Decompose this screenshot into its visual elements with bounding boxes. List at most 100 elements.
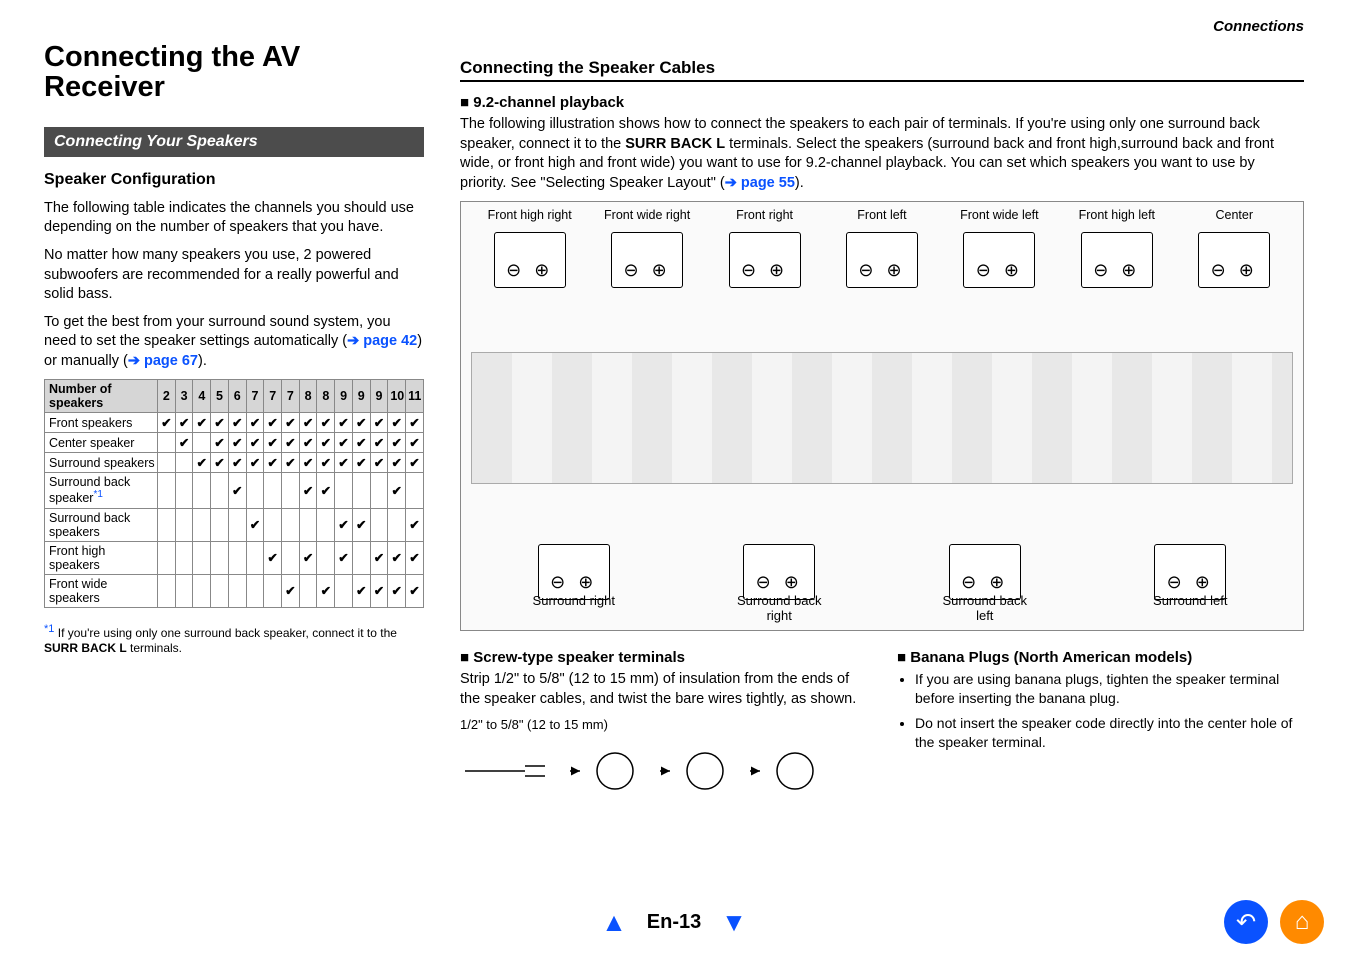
table-cell xyxy=(228,574,246,607)
table-cell xyxy=(158,508,176,541)
table-cell xyxy=(158,413,176,433)
table-cell xyxy=(264,413,282,433)
table-header-col: 8 xyxy=(299,380,317,413)
table-cell xyxy=(388,413,406,433)
speaker-box xyxy=(538,544,610,600)
table-cell xyxy=(388,574,406,607)
table-cell xyxy=(406,541,424,574)
table-cell xyxy=(282,541,300,574)
table-cell xyxy=(211,433,229,453)
diagram-bottom-label: Surround right xyxy=(529,594,619,624)
para-92ch-bold: SURR BACK L xyxy=(625,136,725,152)
table-cell xyxy=(211,508,229,541)
table-cell xyxy=(246,453,264,473)
heading-banana: Banana Plugs (North American models) xyxy=(897,649,1304,666)
table-cell xyxy=(370,433,388,453)
wiring-diagram: Front high rightFront wide rightFront ri… xyxy=(460,201,1304,631)
nav-home-icon[interactable]: ⌂ xyxy=(1280,900,1324,944)
next-page-button[interactable]: ▼ xyxy=(721,907,747,937)
table-cell xyxy=(352,473,370,508)
table-cell xyxy=(175,541,193,574)
table-cell xyxy=(158,473,176,508)
link-page-42[interactable]: page 42 xyxy=(347,333,417,349)
table-header-col: 7 xyxy=(264,380,282,413)
table-cell xyxy=(370,508,388,541)
table-cell xyxy=(335,541,353,574)
table-cell xyxy=(175,453,193,473)
table-cell xyxy=(317,574,335,607)
table-cell xyxy=(370,453,388,473)
table-header-col: 6 xyxy=(228,380,246,413)
table-cell xyxy=(228,473,246,508)
left-column: Connecting the AV Receiver Connecting Yo… xyxy=(44,24,424,954)
link-page-67[interactable]: page 67 xyxy=(128,353,198,369)
table-cell xyxy=(352,413,370,433)
banana-item-1: If you are using banana plugs, tighten t… xyxy=(915,670,1304,708)
para3-c: ). xyxy=(198,353,207,369)
table-cell xyxy=(352,508,370,541)
speaker-config-table: Number of speakers23456777889991011 Fron… xyxy=(44,379,424,607)
section-bar-speakers: Connecting Your Speakers xyxy=(44,127,424,157)
table-cell xyxy=(299,508,317,541)
table-cell xyxy=(335,508,353,541)
diagram-top-label: Front wide right xyxy=(602,208,692,222)
prev-page-button[interactable]: ▲ xyxy=(601,907,627,937)
table-cell xyxy=(406,453,424,473)
table-header-label: Number of speakers xyxy=(45,380,158,413)
diagram-bottom-label: Surround back right xyxy=(734,594,824,624)
strip-figure: 1/2" to 5/8" (12 to 15 mm) xyxy=(460,717,867,806)
row-label: Center speaker xyxy=(45,433,158,453)
diagram-top-label: Front high right xyxy=(485,208,575,222)
table-cell xyxy=(228,508,246,541)
table-row: Front wide speakers xyxy=(45,574,424,607)
table-cell xyxy=(406,574,424,607)
table-cell xyxy=(335,473,353,508)
diagram-top-label: Front wide left xyxy=(954,208,1044,222)
link-page-55[interactable]: page 55 xyxy=(725,175,795,191)
speaker-config-para3: To get the best from your surround sound… xyxy=(44,313,424,372)
table-cell xyxy=(193,574,211,607)
table-cell xyxy=(264,453,282,473)
table-cell xyxy=(335,453,353,473)
table-cell xyxy=(228,413,246,433)
terminal-strip xyxy=(471,352,1293,484)
table-cell xyxy=(211,574,229,607)
screw-type-text: Strip 1/2" to 5/8" (12 to 15 mm) of insu… xyxy=(460,670,867,709)
table-cell xyxy=(175,574,193,607)
table-cell xyxy=(193,473,211,508)
speaker-box xyxy=(1154,544,1226,600)
nav-back-icon[interactable]: ↶ xyxy=(1224,900,1268,944)
table-header-col: 7 xyxy=(246,380,264,413)
table-header-col: 3 xyxy=(175,380,193,413)
table-header-col: 4 xyxy=(193,380,211,413)
table-cell xyxy=(193,541,211,574)
table-cell xyxy=(317,433,335,453)
speaker-box xyxy=(963,232,1035,288)
table-cell xyxy=(246,508,264,541)
table-header-col: 2 xyxy=(158,380,176,413)
table-cell xyxy=(175,433,193,453)
right-column: Connecting the Speaker Cables 9.2-channe… xyxy=(460,24,1304,954)
table-cell xyxy=(211,453,229,473)
table-cell xyxy=(335,574,353,607)
para-92ch-c: ). xyxy=(795,175,804,191)
table-cell xyxy=(370,574,388,607)
screw-type-section: Screw-type speaker terminals Strip 1/2" … xyxy=(460,637,867,806)
table-cell xyxy=(406,433,424,453)
table-cell xyxy=(211,413,229,433)
table-cell xyxy=(158,433,176,453)
table-cell xyxy=(175,508,193,541)
table-row: Surround back speakers xyxy=(45,508,424,541)
table-cell xyxy=(299,413,317,433)
table-cell xyxy=(264,473,282,508)
table-header-col: 11 xyxy=(406,380,424,413)
speaker-config-heading: Speaker Configuration xyxy=(44,171,424,189)
banana-item-2: Do not insert the speaker code directly … xyxy=(915,714,1304,752)
table-cell xyxy=(299,433,317,453)
footnote-1: *1 If you're using only one surround bac… xyxy=(44,622,424,657)
speaker-box xyxy=(494,232,566,288)
row-label: Surround back speaker*1 xyxy=(45,473,158,508)
banana-plug-section: Banana Plugs (North American models) If … xyxy=(897,637,1304,806)
table-header-col: 9 xyxy=(352,380,370,413)
table-cell xyxy=(388,433,406,453)
